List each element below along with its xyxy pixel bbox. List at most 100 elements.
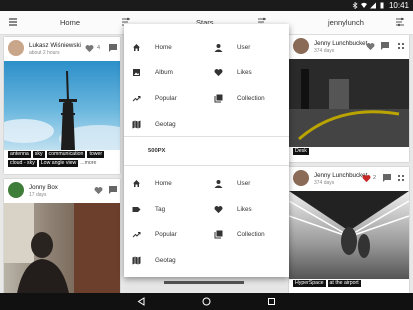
tag-chip[interactable]: antenna (8, 151, 31, 158)
trending-icon (132, 231, 141, 237)
heart-icon (214, 205, 223, 213)
photo-person-window[interactable] (4, 203, 120, 293)
home-icon (133, 43, 140, 51)
photo-airport-hyperspace[interactable] (289, 191, 409, 279)
menu-item-label: Popular (155, 94, 177, 102)
menu-item-likes[interactable]: Likes (214, 203, 252, 215)
menu-item-likes[interactable]: Likes (214, 66, 252, 78)
home-button-icon[interactable] (202, 297, 211, 306)
wifi-icon (361, 2, 367, 8)
tag-chip[interactable]: HyperSpace (293, 280, 326, 287)
collection-icon (214, 94, 223, 102)
photo-album-icon (133, 68, 140, 76)
tab-home[interactable]: Home (60, 11, 80, 34)
map-icon (132, 120, 141, 128)
photo-dark-street[interactable] (289, 59, 409, 147)
signal-icon (370, 2, 376, 9)
menu-item-geotag[interactable]: Geotag (132, 254, 176, 266)
card-header: Lukasz Wiśniewski about 2 hours 4 (4, 37, 120, 61)
status-time: 10:41 (388, 1, 409, 10)
card-timestamp: 374 days (314, 180, 335, 186)
photo-card[interactable]: Jenny Lunchbucket 374 days Desk (289, 35, 409, 162)
back-icon[interactable] (137, 297, 146, 306)
menu-section-title: 500PX (148, 148, 166, 154)
menu-item-label: Popular (155, 230, 177, 238)
street-illustration (289, 69, 409, 147)
menu-item-user[interactable]: User (214, 177, 250, 189)
menu-item-home[interactable]: Home (132, 41, 172, 53)
menu-item-album[interactable]: Album (132, 66, 173, 78)
tower-illustration (4, 71, 120, 150)
comment-icon[interactable] (109, 44, 117, 52)
menu-item-popular[interactable]: Popular (132, 228, 177, 240)
menu-item-label: Likes (237, 205, 252, 213)
avatar[interactable] (8, 40, 24, 56)
comment-icon[interactable] (381, 42, 389, 50)
status-bar: 10:41 (0, 0, 413, 11)
tag-chip[interactable]: Desk (293, 148, 309, 155)
more-tags-link[interactable]: ...more (80, 160, 96, 167)
card-username[interactable]: Jenny Lunchbucket (314, 40, 367, 47)
photo-card[interactable]: Jonny Box 17 days (4, 179, 120, 293)
tag-list: antenna sky communication tower cloud - … (8, 151, 116, 167)
menu-item-label: Collection (237, 94, 265, 102)
avatar[interactable] (293, 38, 309, 54)
tag-chip[interactable]: cloud - sky (8, 160, 37, 167)
menu-item-collection[interactable]: Collection (214, 92, 265, 104)
right-feed-column: Jenny Lunchbucket 374 days Desk Jenny Lu… (285, 35, 413, 293)
card-timestamp: about 2 hours (29, 50, 60, 56)
tag-chip[interactable]: sky (32, 151, 45, 158)
collection-icon (214, 230, 223, 238)
menu-item-label: User (237, 179, 251, 187)
more-vert-icon[interactable] (397, 42, 405, 50)
photo-antenna-tower[interactable] (4, 61, 120, 150)
menu-item-label: User (237, 43, 251, 51)
menu-item-user[interactable]: User (214, 41, 250, 53)
comment-icon[interactable] (383, 174, 391, 182)
tag-list: HyperSpace at the airport (293, 280, 401, 287)
menu-item-geotag[interactable]: Geotag (132, 118, 176, 130)
tag-chip[interactable]: tower (87, 151, 105, 158)
tag-chip[interactable]: at the airport (327, 280, 361, 287)
menu-item-home[interactable]: Home (132, 177, 172, 189)
home-icon (133, 179, 140, 187)
menu-item-label: Tag (155, 205, 166, 213)
menu-item-label: Album (155, 68, 173, 76)
menu-item-collection[interactable]: Collection (214, 228, 265, 240)
recents-icon[interactable] (267, 297, 276, 306)
heart-icon[interactable] (366, 42, 375, 51)
menu-item-label: Likes (237, 68, 252, 76)
menu-item-tag[interactable]: Tag (132, 203, 165, 215)
photo-card[interactable]: Lukasz Wiśniewski about 2 hours 4 antenn… (4, 37, 120, 174)
avatar[interactable] (8, 182, 24, 198)
menu-item-label: Geotag (155, 256, 176, 264)
heart-icon[interactable] (94, 186, 103, 195)
menu-item-label: Collection (237, 230, 265, 238)
avatar[interactable] (293, 170, 309, 186)
heart-icon (214, 68, 223, 76)
menu-item-label: Home (155, 179, 172, 187)
menu-divider (124, 165, 289, 166)
tag-chip[interactable]: Low angle view (38, 160, 79, 167)
card-header: Jonny Box 17 days (4, 179, 120, 203)
photo-card[interactable]: Jenny Lunchbucket 374 days 2 HyperSpace … (289, 167, 409, 293)
card-header: Jenny Lunchbucket 374 days 2 (289, 167, 409, 191)
card-timestamp: 17 days (29, 192, 47, 198)
tab-user[interactable]: jennylunch (328, 11, 364, 34)
hamburger-menu-icon[interactable] (7, 16, 19, 28)
card-username[interactable]: Lukasz Wiśniewski (29, 42, 81, 49)
tag-chip[interactable]: communication (46, 151, 86, 158)
heart-icon[interactable] (85, 44, 94, 53)
comment-icon[interactable] (109, 186, 117, 194)
menu-item-label: Home (155, 43, 172, 51)
card-username[interactable]: Jonny Box (29, 184, 58, 191)
person-icon (214, 179, 223, 188)
card-username[interactable]: Jenny Lunchbucket (314, 172, 367, 179)
menu-item-label: Geotag (155, 120, 176, 128)
more-vert-icon[interactable] (397, 174, 405, 182)
menu-item-popular[interactable]: Popular (132, 92, 177, 104)
tag-icon (132, 206, 141, 212)
filter-icon[interactable] (394, 16, 406, 28)
person-silhouette (4, 203, 120, 293)
heart-icon[interactable] (362, 174, 371, 183)
